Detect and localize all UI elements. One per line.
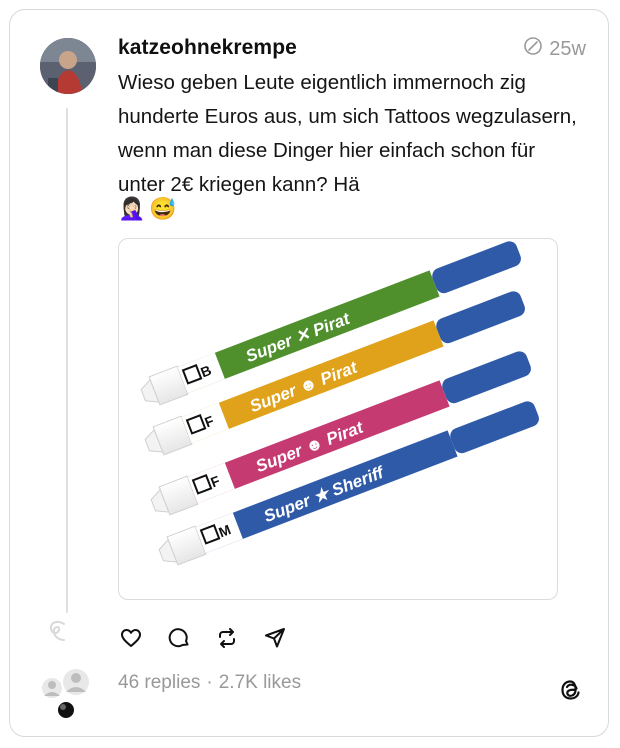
post-time-label: 25w <box>549 37 586 60</box>
markers-image: B Super ✕ Pirat F Super ☻ Pirat F Super … <box>140 241 539 566</box>
thread-line <box>66 108 68 613</box>
post-time: 25w <box>523 36 586 62</box>
stats-separator: · <box>206 672 213 693</box>
post-actions <box>118 625 288 651</box>
share-icon <box>265 628 285 648</box>
author-avatar[interactable] <box>40 38 96 94</box>
thread-loop-icon <box>44 618 68 649</box>
comment-button[interactable] <box>166 625 192 651</box>
replies-count[interactable]: 46 replies <box>118 672 200 694</box>
post-image[interactable]: B Super ✕ Pirat F Super ☻ Pirat F Super … <box>118 238 558 600</box>
threads-logo-icon[interactable] <box>558 677 584 703</box>
post-stats: 46 replies · 2.7K likes <box>118 672 301 694</box>
like-icon <box>121 629 141 647</box>
reply-avatars[interactable] <box>38 666 100 722</box>
share-button[interactable] <box>262 625 288 651</box>
post-emojis: 🤦🏻‍♀️ 😅 <box>118 196 177 222</box>
post-text: Wieso geben Leute eigentlich immernoch z… <box>118 71 577 196</box>
comment-icon <box>168 628 189 648</box>
author-username[interactable]: katzeohnekrempe <box>118 36 297 60</box>
facepalm-emoji: 🤦🏻‍♀️ <box>118 196 146 221</box>
sweat-smile-emoji: 😅 <box>149 196 177 221</box>
svg-text:Super ★ Sheriff: Super ★ Sheriff <box>261 462 388 526</box>
likes-count[interactable]: 2.7K likes <box>219 672 301 694</box>
repost-icon <box>219 628 235 648</box>
repost-button[interactable] <box>214 625 240 651</box>
edited-icon <box>523 36 543 62</box>
like-button[interactable] <box>118 625 144 651</box>
